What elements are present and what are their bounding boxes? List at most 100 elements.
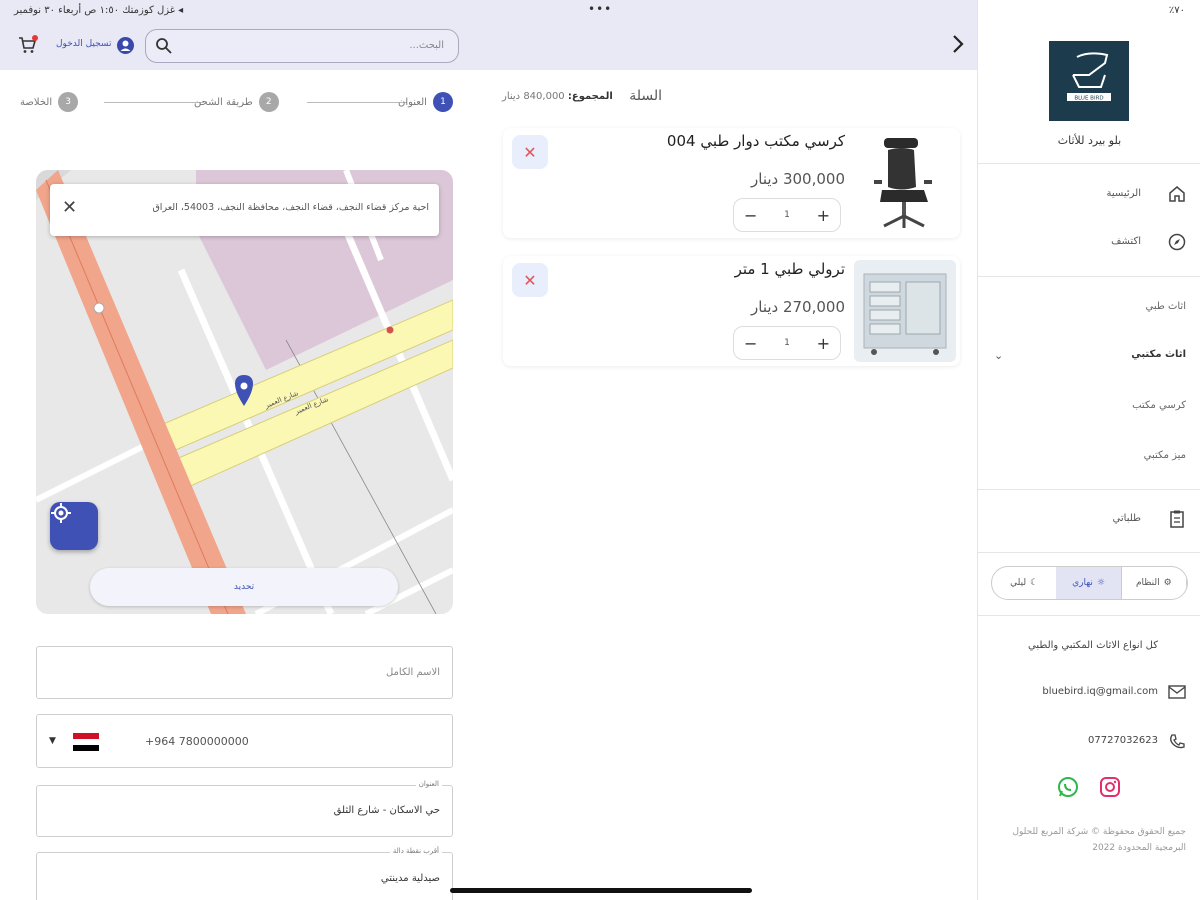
- quantity-stepper[interactable]: − 1 +: [733, 198, 841, 232]
- divider: [978, 552, 1200, 553]
- sidebar-item-label: اكتشف: [1111, 236, 1141, 247]
- chevron-down-icon[interactable]: ⌄: [994, 349, 1003, 362]
- instagram-icon[interactable]: [1099, 776, 1121, 798]
- item-price: 270,000 دينار: [751, 298, 845, 316]
- step-number: 2: [258, 92, 279, 112]
- plus-icon[interactable]: +: [817, 334, 830, 353]
- step-connector: [104, 102, 204, 103]
- phone-icon: [1168, 733, 1186, 755]
- sidebar-item-orders[interactable]: طلباتي: [978, 505, 1200, 535]
- main-area: البحث... تسجيل الدخول ◂ غزل كوزمتك ١:٥٠ …: [0, 0, 977, 900]
- quantity-stepper[interactable]: − 1 +: [733, 326, 841, 360]
- landmark-label: أقرب نقطة دالة: [389, 847, 442, 855]
- step-summary[interactable]: 3 الخلاصة: [20, 92, 79, 112]
- step-number: 3: [58, 92, 79, 112]
- step-shipping[interactable]: 2 طريقة الشحن: [194, 92, 279, 112]
- divider: [978, 163, 1200, 164]
- minus-icon[interactable]: −: [744, 334, 757, 353]
- close-icon: ✕: [523, 270, 537, 290]
- crosshair-icon: [51, 503, 71, 523]
- search-placeholder: البحث...: [409, 40, 444, 51]
- cart-total-label: المجموع:: [567, 91, 613, 102]
- item-price: 300,000 دينار: [751, 170, 845, 188]
- home-icon: [1167, 184, 1187, 208]
- cart-item: ترولي طبي 1 متر 270,000 دينار − 1 + ✕: [503, 256, 960, 366]
- compass-icon: [1167, 232, 1187, 256]
- remove-item-button[interactable]: ✕: [512, 135, 548, 169]
- category-office-chair[interactable]: كرسي مكتب: [1132, 400, 1186, 411]
- moon-icon: ☾: [1030, 578, 1039, 588]
- sidebar-item-home[interactable]: الرئيسية: [978, 180, 1200, 210]
- checkout-stepper: 1 العنوان 2 طريقة الشحن 3 الخلاصة: [20, 92, 470, 112]
- location-map[interactable]: شارع العمير شارع العمير احية مركز قضاء ا…: [36, 170, 453, 614]
- address-label: العنوان: [415, 780, 442, 788]
- login-link[interactable]: تسجيل الدخول: [56, 39, 111, 49]
- email-link[interactable]: bluebird.iq@gmail.com: [1042, 686, 1158, 697]
- search-input[interactable]: البحث...: [145, 29, 459, 63]
- quantity-value: 1: [784, 338, 790, 348]
- iraq-flag-icon[interactable]: [73, 733, 99, 751]
- cart-item: كرسي مكتب دوار طبي 004 300,000 دينار − 1…: [503, 128, 960, 238]
- landmark-field[interactable]: أقرب نقطة دالة صيدلية مدينتي: [36, 847, 453, 900]
- divider: [978, 276, 1200, 277]
- close-icon[interactable]: ✕: [62, 197, 77, 218]
- theme-system-option[interactable]: ⚙ النظام: [1122, 567, 1187, 599]
- back-chevron-icon[interactable]: [951, 34, 965, 60]
- step-connector: [307, 102, 407, 103]
- step-number: 1: [432, 92, 453, 112]
- sidebar-item-discover[interactable]: اكتشف: [978, 228, 1200, 258]
- step-address[interactable]: 1 العنوان: [398, 92, 453, 112]
- phone-link[interactable]: 07727032623: [1088, 735, 1158, 746]
- mail-icon: [1168, 684, 1186, 703]
- step-label: العنوان: [398, 96, 427, 108]
- medical-trolley-image[interactable]: [854, 260, 956, 362]
- address-search-box[interactable]: احية مركز قضاء النجف، قضاء النجف، محافظة…: [50, 184, 439, 236]
- user-avatar-icon[interactable]: [117, 37, 134, 54]
- sidebar-item-label: الرئيسية: [1106, 188, 1141, 199]
- landmark-value: صيدلية مدينتي: [380, 873, 440, 884]
- search-icon: [155, 37, 173, 59]
- category-office-furniture[interactable]: اثاث مكتبي: [1131, 349, 1186, 360]
- address-value: حي الاسكان - شارع الثلق: [333, 805, 440, 816]
- gear-icon: ⚙: [1163, 578, 1172, 588]
- minus-icon[interactable]: −: [744, 206, 757, 225]
- phone-value: +964 7800000000: [145, 735, 249, 748]
- cart-badge: [32, 35, 38, 41]
- cart-title: السلة: [629, 88, 662, 104]
- brand-logo[interactable]: BLUE BIRD: [1049, 41, 1129, 121]
- theme-light-label: نهاري: [1072, 578, 1093, 588]
- sun-icon: ☼: [1096, 578, 1105, 588]
- theme-dark-label: ليلي: [1010, 578, 1027, 588]
- theme-light-option[interactable]: ☼ نهاري: [1056, 567, 1122, 599]
- home-indicator[interactable]: [450, 888, 752, 893]
- theme-toggle[interactable]: ☾ ليلي ☼ نهاري ⚙ النظام: [991, 566, 1188, 600]
- tagline: كل انواع الاثاث المكتبي والطبي: [1028, 640, 1158, 651]
- full-name-field[interactable]: الاسم الكامل: [36, 646, 453, 699]
- category-office-desk[interactable]: ميز مكتبي: [1144, 450, 1186, 461]
- my-location-button[interactable]: [50, 502, 98, 550]
- address-field[interactable]: العنوان حي الاسكان - شارع الثلق: [36, 780, 453, 837]
- clipboard-icon: [1167, 509, 1187, 533]
- sidebar: ٪٧٠ BLUE BIRD بلو بيرد للأثاث الرئيسية ا…: [977, 0, 1200, 900]
- full-name-placeholder: الاسم الكامل: [385, 667, 440, 678]
- phone-field[interactable]: ▼ +964 7800000000: [36, 714, 453, 768]
- theme-system-label: النظام: [1135, 578, 1160, 588]
- address-text: احية مركز قضاء النجف، قضاء النجف، محافظة…: [152, 202, 429, 213]
- brand-name: بلو بيرد للأثاث: [1057, 134, 1122, 147]
- item-name: كرسي مكتب دوار طبي 004: [666, 132, 845, 150]
- plus-icon[interactable]: +: [817, 206, 830, 225]
- map-canvas: شارع العمير شارع العمير: [36, 170, 453, 614]
- step-label: الخلاصة: [20, 96, 53, 108]
- remove-item-button[interactable]: ✕: [512, 263, 548, 297]
- divider: [978, 489, 1200, 490]
- office-chair-image[interactable]: [854, 132, 956, 234]
- category-medical-furniture[interactable]: اثاث طبي: [1145, 301, 1186, 312]
- theme-dark-option[interactable]: ☾ ليلي: [992, 567, 1056, 599]
- caret-down-icon[interactable]: ▼: [49, 736, 56, 746]
- divider: [978, 615, 1200, 616]
- cart-total: المجموع: 840,000 دينار: [502, 91, 613, 102]
- copyright-text: جميع الحقوق محفوظة © شركة المربع للحلول …: [1012, 827, 1186, 853]
- whatsapp-icon[interactable]: [1057, 776, 1079, 798]
- confirm-location-button[interactable]: تحديد: [90, 568, 398, 606]
- logo-text: BLUE BIRD: [1074, 96, 1103, 102]
